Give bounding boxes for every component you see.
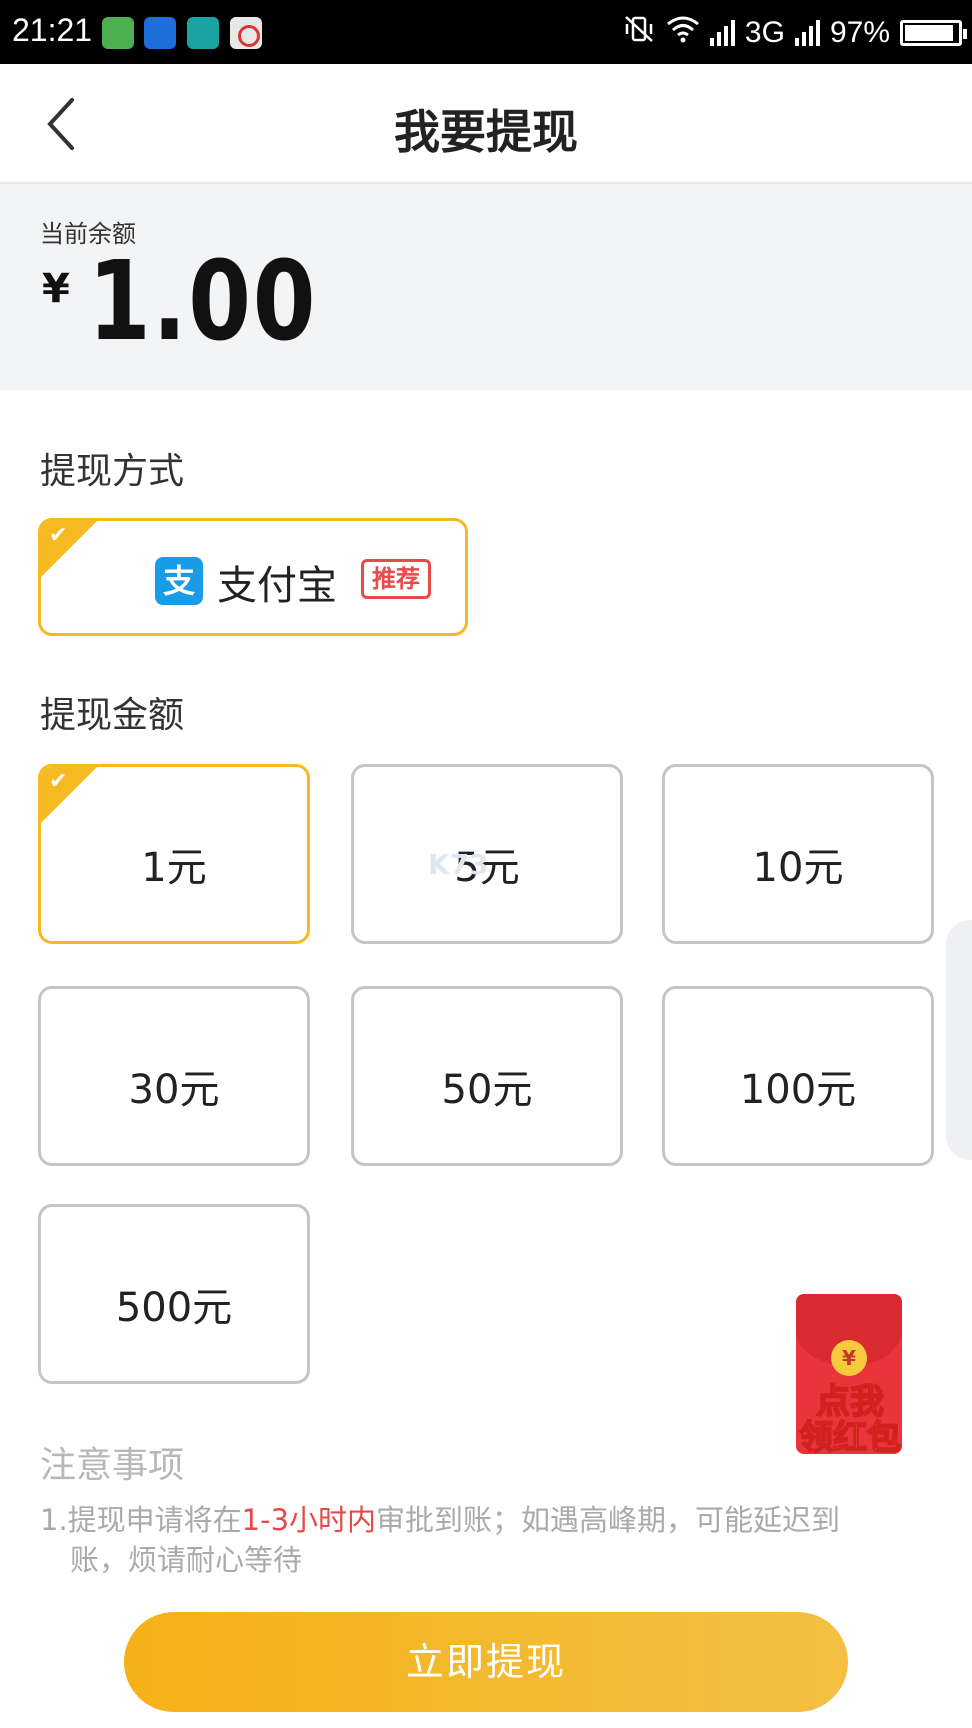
bottom-bar: 立即提现 [0, 1596, 972, 1728]
amount-option-1[interactable]: ✔ 1元 [38, 764, 310, 944]
checkmark-icon: ✔ [49, 523, 68, 548]
amount-option-label: 30元 [128, 1067, 220, 1113]
red-packet-text-line2: 领红包 [798, 1418, 902, 1458]
notes-item-line2: 账，烦请耐心等待 [70, 1543, 303, 1577]
battery-icon [900, 20, 967, 46]
amount-option-label: 50元 [441, 1067, 533, 1113]
amount-option-50[interactable]: 50元 [351, 986, 623, 1166]
amount-option-10[interactable]: 10元 [662, 764, 934, 944]
method-option-alipay[interactable]: ✔ 支 支付宝 推荐 [38, 518, 468, 636]
vibrate-off-icon [622, 14, 656, 52]
notes-item-prefix: 1.提现申请将在 [40, 1503, 242, 1537]
shield-app-icon [102, 17, 134, 49]
scan-app-icon [187, 17, 219, 49]
red-packet-button[interactable]: ¥ 点我 领红包 [780, 1294, 920, 1458]
amount-option-label: 10元 [752, 845, 844, 891]
weibo-app-icon [230, 17, 262, 49]
status-bar: 21:21 3G 97% [0, 0, 972, 64]
nav-bar: 我要提现 [0, 64, 972, 184]
balance-panel: 当前余额 ¥ 1.00 [0, 184, 972, 390]
recommend-badge: 推荐 [361, 559, 431, 599]
amount-option-label: 1元 [141, 845, 207, 891]
amount-option-label: 500元 [115, 1285, 233, 1331]
wifi-icon [666, 15, 700, 51]
side-drawer-handle[interactable] [946, 920, 972, 1160]
amount-option-5[interactable]: 5元 [351, 764, 623, 944]
method-label: 支付宝 [217, 563, 337, 609]
notes-title: 注意事项 [40, 1445, 185, 1486]
signal-icon [709, 20, 735, 46]
amount-option-label: 5元 [454, 845, 520, 891]
status-indicators: 3G 97% [622, 14, 967, 52]
amount-option-label: 100元 [739, 1067, 857, 1113]
network-type: 3G [744, 16, 785, 49]
notes-item-highlight: 1-3小时内 [241, 1503, 377, 1537]
balance-amount: 1.00 [88, 237, 318, 365]
page-title: 我要提现 [394, 105, 578, 159]
amount-option-100[interactable]: 100元 [662, 986, 934, 1166]
alipay-icon: 支 [155, 557, 203, 605]
method-section-title: 提现方式 [40, 451, 185, 492]
battery-percent: 97% [829, 16, 890, 49]
amount-option-500[interactable]: 500元 [38, 1204, 310, 1384]
amount-option-30[interactable]: 30元 [38, 986, 310, 1166]
checkmark-icon: ✔ [49, 769, 68, 794]
signal-icon-2 [794, 20, 820, 46]
amount-section-title: 提现金额 [40, 695, 185, 736]
red-packet-text-line1: 点我 [815, 1382, 885, 1422]
red-packet-text: 点我 领红包 [780, 1382, 920, 1458]
withdraw-now-button[interactable]: 立即提现 [124, 1612, 848, 1712]
notes-item-suffix: 审批到账；如遇高峰期，可能延迟到 [376, 1503, 841, 1537]
message-app-icon [144, 17, 176, 49]
coin-icon: ¥ [831, 1340, 867, 1376]
currency-symbol: ¥ [42, 266, 70, 312]
status-time: 21:21 [12, 12, 93, 48]
notes-item-1: 1.提现申请将在1-3小时内审批到账；如遇高峰期，可能延迟到 账，烦请耐心等待 [40, 1500, 920, 1580]
